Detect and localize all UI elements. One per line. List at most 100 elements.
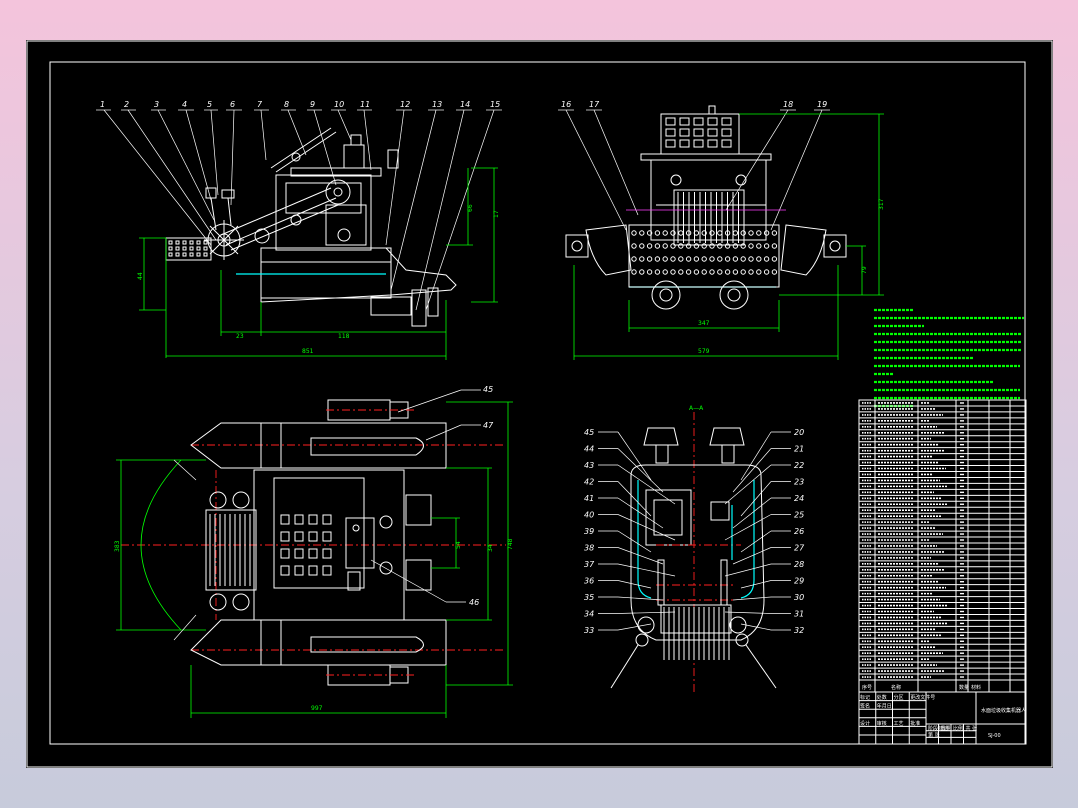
top-view: 45 46 47 997 748 34 54 383 (114, 385, 514, 718)
dim-height-a: 17 (493, 210, 500, 218)
balloon-20: 20 (794, 428, 804, 437)
title-field-label: 第 张 (928, 732, 940, 739)
balloon-26: 26 (794, 527, 804, 536)
section-mark: A—A (689, 405, 704, 412)
title-field-label: 重量 (941, 725, 951, 732)
balloon-8: 8 (284, 100, 289, 109)
balloon-22: 22 (794, 461, 804, 470)
balloon-9: 9 (310, 100, 315, 109)
dim-mid-span: 118 (338, 333, 350, 340)
balloon-46: 46 (469, 598, 479, 607)
balloon-45: 45 (483, 385, 493, 394)
dim-front-overall-width: 579 (698, 348, 710, 355)
inclined-conveyor (220, 187, 339, 251)
front-wheel-left (651, 280, 681, 310)
balloon-30: 30 (794, 593, 804, 602)
section-view: A—A 454443424140393837363534332021222324… (584, 405, 805, 695)
balloon-38: 38 (584, 544, 594, 553)
balloon-39: 39 (584, 527, 594, 536)
title-field-label: 设计 (860, 720, 870, 727)
balloon-42: 42 (584, 478, 594, 487)
title-field-label: 处数 (877, 694, 887, 701)
balloon-23: 23 (794, 478, 804, 487)
hull-body (260, 247, 392, 299)
balloon-34: 34 (584, 610, 594, 619)
dim-top-arc-radius: 383 (114, 540, 121, 552)
balloon-27: 27 (794, 544, 805, 553)
balloon-36: 36 (584, 577, 594, 586)
dim-top-side-span: 34 (487, 544, 494, 552)
balloon-4: 4 (182, 100, 187, 109)
dim-front-overall-height: 317 (878, 198, 885, 210)
balloon-29: 29 (794, 577, 804, 586)
balloon-1: 1 (100, 100, 105, 109)
left-float (585, 224, 632, 276)
balloon-14: 14 (460, 100, 470, 109)
side-dimensions (139, 167, 498, 360)
title-field-label: 更改文件号 (910, 694, 935, 701)
front-dimensions (573, 113, 884, 360)
dim-front-inner-width: 347 (698, 320, 710, 327)
dim-top-overall-length: 997 (311, 705, 323, 712)
assembly-drawing: 1 2 3 4 5 6 7 8 9 10 11 12 13 14 15 851 … (26, 40, 1053, 768)
balloon-2: 2 (124, 100, 129, 109)
parts-list: 序号 名称 数量 材料 (858, 399, 1027, 693)
parts-header-cell: 名称 (891, 684, 901, 691)
balloon-37: 37 (584, 560, 595, 569)
title-field-label: 共 张 (966, 725, 978, 732)
dim-height-c: 44 (137, 272, 144, 280)
balloon-18: 18 (783, 100, 793, 109)
paddle-wheel (204, 220, 244, 260)
title-field-label: 工艺 (894, 721, 904, 727)
top-dimensions (190, 401, 513, 718)
upper-float (190, 422, 447, 469)
balloon-28: 28 (794, 560, 804, 569)
balloon-11: 11 (360, 100, 370, 109)
title-field-label: 批准 (910, 720, 920, 727)
balloon-45: 45 (584, 428, 594, 437)
balloon-3: 3 (154, 100, 159, 109)
balloon-5: 5 (207, 100, 212, 109)
side-view: 1 2 3 4 5 6 7 8 9 10 11 12 13 14 15 851 … (96, 100, 502, 360)
parts-header-cell: 序号 (862, 684, 872, 691)
balloon-10: 10 (334, 100, 344, 109)
balloon-43: 43 (584, 461, 594, 470)
dim-left-span: 23 (236, 333, 244, 340)
title-field-label: 标记 (860, 694, 870, 701)
parts-header-cell: 数量 (959, 684, 969, 691)
balloon-12: 12 (400, 100, 410, 109)
balloon-35: 35 (584, 593, 594, 602)
balloon-7: 7 (257, 100, 263, 109)
technical-notes (874, 308, 1024, 408)
balloon-33: 33 (584, 626, 594, 635)
title-drawing-no: SJ-00 (988, 733, 1001, 739)
right-float (780, 224, 827, 276)
balloon-17: 17 (589, 100, 600, 109)
balloon-25: 25 (794, 511, 804, 520)
dim-height-b: 66 (467, 204, 474, 212)
title-field-label: 签名 (860, 703, 870, 710)
parts-header-cell: 材料 (971, 684, 981, 691)
title-field-label: 比例 (953, 725, 963, 732)
balloon-44: 44 (584, 445, 594, 454)
dim-top-overall-width: 748 (507, 538, 514, 550)
balloon-16: 16 (561, 100, 571, 109)
section-hull (630, 464, 765, 641)
title-block: 标记 处数 分区 更改文件号签名 年月日设计 审核 工艺 批准阶段标记重量 比例共 张第 张 水… (858, 691, 1027, 745)
dim-front-lower-height: 79 (861, 266, 868, 274)
hull-float (260, 247, 457, 303)
balloon-24: 24 (794, 494, 804, 503)
balloon-15: 15 (490, 100, 500, 109)
balloon-19: 19 (817, 100, 827, 109)
balloon-13: 13 (432, 100, 442, 109)
outer-border (26, 40, 1053, 768)
top-cabinet (660, 113, 740, 155)
title-field-label: 分区 (894, 694, 904, 701)
front-view: 16 17 18 19 579 347 317 79 (558, 100, 885, 360)
front-wheel-right (719, 280, 749, 310)
title-field-label: 年月日 (877, 703, 892, 710)
title-name: 水面垃圾收集机器人 (981, 707, 1026, 714)
dim-overall-width: 851 (302, 348, 314, 355)
cad-drawing-canvas: 1 2 3 4 5 6 7 8 9 10 11 12 13 14 15 851 … (26, 40, 1053, 768)
balloon-32: 32 (794, 626, 804, 635)
